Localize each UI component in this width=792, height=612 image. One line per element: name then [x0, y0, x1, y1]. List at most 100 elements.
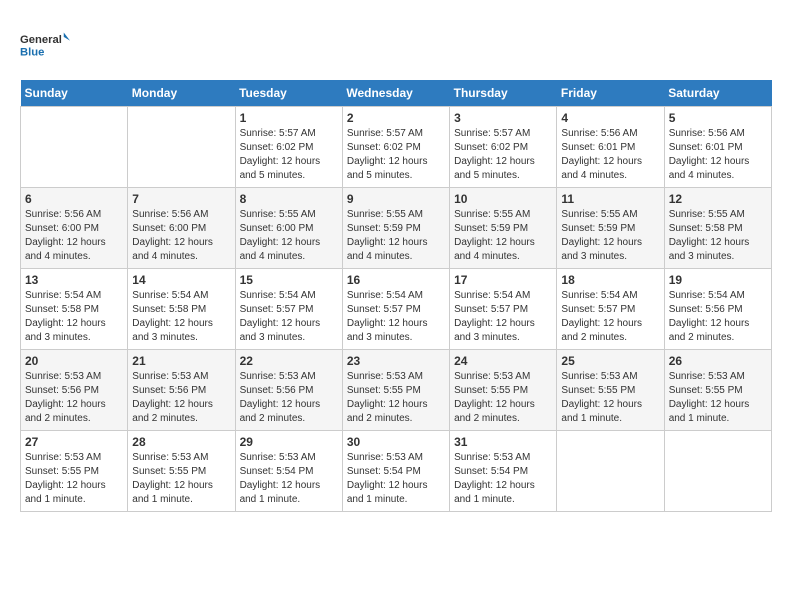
- calendar-day-cell: 6 Sunrise: 5:56 AM Sunset: 6:00 PM Daylig…: [21, 188, 128, 269]
- day-number: 18: [561, 273, 659, 287]
- calendar-day-cell: 29 Sunrise: 5:53 AM Sunset: 5:54 PM Dayli…: [235, 431, 342, 512]
- calendar-day-cell: [557, 431, 664, 512]
- day-info: Sunrise: 5:57 AM Sunset: 6:02 PM Dayligh…: [347, 127, 445, 183]
- day-info: Sunrise: 5:54 AM Sunset: 5:58 PM Dayligh…: [25, 289, 123, 345]
- calendar-day-cell: 5Sunrise: 5:56 AM Sunset: 6:01 PM Daylig…: [664, 107, 771, 188]
- day-info: Sunrise: 5:53 AM Sunset: 5:54 PM Dayligh…: [240, 451, 338, 507]
- day-number: 2: [347, 111, 445, 125]
- day-number: 13: [25, 273, 123, 287]
- day-info: Sunrise: 5:53 AM Sunset: 5:55 PM Dayligh…: [561, 370, 659, 426]
- day-info: Sunrise: 5:55 AM Sunset: 5:58 PM Dayligh…: [669, 208, 767, 264]
- day-info: Sunrise: 5:53 AM Sunset: 5:55 PM Dayligh…: [25, 451, 123, 507]
- day-number: 24: [454, 354, 552, 368]
- calendar-day-cell: 17 Sunrise: 5:54 AM Sunset: 5:57 PM Dayli…: [450, 269, 557, 350]
- calendar-day-cell: 28 Sunrise: 5:53 AM Sunset: 5:55 PM Dayli…: [128, 431, 235, 512]
- calendar-day-cell: 2 Sunrise: 5:57 AM Sunset: 6:02 PM Daylig…: [342, 107, 449, 188]
- calendar-day-cell: 20 Sunrise: 5:53 AM Sunset: 5:56 PM Dayli…: [21, 350, 128, 431]
- calendar-week-row: 1 Sunrise: 5:57 AM Sunset: 6:02 PM Daylig…: [21, 107, 772, 188]
- calendar-day-cell: 7 Sunrise: 5:56 AM Sunset: 6:00 PM Daylig…: [128, 188, 235, 269]
- day-info: Sunrise: 5:55 AM Sunset: 5:59 PM Dayligh…: [561, 208, 659, 264]
- day-number: 16: [347, 273, 445, 287]
- day-number: 31: [454, 435, 552, 449]
- day-number: 15: [240, 273, 338, 287]
- day-number: 28: [132, 435, 230, 449]
- day-number: 19: [669, 273, 767, 287]
- calendar-week-row: 6 Sunrise: 5:56 AM Sunset: 6:00 PM Daylig…: [21, 188, 772, 269]
- day-number: 4: [561, 111, 659, 125]
- day-info: Sunrise: 5:53 AM Sunset: 5:55 PM Dayligh…: [132, 451, 230, 507]
- day-info: Sunrise: 5:53 AM Sunset: 5:56 PM Dayligh…: [132, 370, 230, 426]
- svg-text:General: General: [20, 34, 62, 46]
- calendar-table: SundayMondayTuesdayWednesdayThursdayFrid…: [20, 80, 772, 512]
- day-number: 20: [25, 354, 123, 368]
- day-number: 23: [347, 354, 445, 368]
- calendar-day-cell: 14 Sunrise: 5:54 AM Sunset: 5:58 PM Dayli…: [128, 269, 235, 350]
- day-number: 9: [347, 192, 445, 206]
- calendar-week-row: 20 Sunrise: 5:53 AM Sunset: 5:56 PM Dayli…: [21, 350, 772, 431]
- day-number: 7: [132, 192, 230, 206]
- day-info: Sunrise: 5:54 AM Sunset: 5:57 PM Dayligh…: [454, 289, 552, 345]
- svg-text:Blue: Blue: [20, 47, 44, 59]
- calendar-day-header: Friday: [557, 80, 664, 107]
- calendar-day-cell: 9Sunrise: 5:55 AM Sunset: 5:59 PM Daylig…: [342, 188, 449, 269]
- day-info: Sunrise: 5:54 AM Sunset: 5:57 PM Dayligh…: [347, 289, 445, 345]
- day-info: Sunrise: 5:54 AM Sunset: 5:56 PM Dayligh…: [669, 289, 767, 345]
- logo: General Blue: [20, 20, 70, 70]
- day-info: Sunrise: 5:56 AM Sunset: 6:00 PM Dayligh…: [25, 208, 123, 264]
- day-number: 5: [669, 111, 767, 125]
- day-number: 30: [347, 435, 445, 449]
- day-info: Sunrise: 5:53 AM Sunset: 5:54 PM Dayligh…: [454, 451, 552, 507]
- day-number: 17: [454, 273, 552, 287]
- day-info: Sunrise: 5:54 AM Sunset: 5:57 PM Dayligh…: [240, 289, 338, 345]
- day-info: Sunrise: 5:55 AM Sunset: 6:00 PM Dayligh…: [240, 208, 338, 264]
- day-info: Sunrise: 5:56 AM Sunset: 6:00 PM Dayligh…: [132, 208, 230, 264]
- calendar-day-header: Sunday: [21, 80, 128, 107]
- calendar-day-cell: 15 Sunrise: 5:54 AM Sunset: 5:57 PM Dayli…: [235, 269, 342, 350]
- calendar-day-cell: 11 Sunrise: 5:55 AM Sunset: 5:59 PM Dayli…: [557, 188, 664, 269]
- page-header: General Blue: [20, 20, 772, 70]
- day-number: 11: [561, 192, 659, 206]
- day-info: Sunrise: 5:53 AM Sunset: 5:56 PM Dayligh…: [25, 370, 123, 426]
- calendar-day-cell: 3 Sunrise: 5:57 AM Sunset: 6:02 PM Daylig…: [450, 107, 557, 188]
- day-number: 25: [561, 354, 659, 368]
- day-number: 26: [669, 354, 767, 368]
- calendar-day-cell: 22Sunrise: 5:53 AM Sunset: 5:56 PM Dayli…: [235, 350, 342, 431]
- general-blue-logo-icon: General Blue: [20, 20, 70, 70]
- day-info: Sunrise: 5:54 AM Sunset: 5:58 PM Dayligh…: [132, 289, 230, 345]
- day-number: 3: [454, 111, 552, 125]
- calendar-day-cell: 10 Sunrise: 5:55 AM Sunset: 5:59 PM Dayli…: [450, 188, 557, 269]
- calendar-day-cell: 25 Sunrise: 5:53 AM Sunset: 5:55 PM Dayli…: [557, 350, 664, 431]
- calendar-day-cell: 19 Sunrise: 5:54 AM Sunset: 5:56 PM Dayli…: [664, 269, 771, 350]
- day-info: Sunrise: 5:57 AM Sunset: 6:02 PM Dayligh…: [240, 127, 338, 183]
- day-number: 10: [454, 192, 552, 206]
- calendar-day-cell: 24 Sunrise: 5:53 AM Sunset: 5:55 PM Dayli…: [450, 350, 557, 431]
- calendar-header-row: SundayMondayTuesdayWednesdayThursdayFrid…: [21, 80, 772, 107]
- calendar-week-row: 13 Sunrise: 5:54 AM Sunset: 5:58 PM Dayli…: [21, 269, 772, 350]
- day-info: Sunrise: 5:54 AM Sunset: 5:57 PM Dayligh…: [561, 289, 659, 345]
- day-info: Sunrise: 5:53 AM Sunset: 5:55 PM Dayligh…: [347, 370, 445, 426]
- day-number: 12: [669, 192, 767, 206]
- day-info: Sunrise: 5:53 AM Sunset: 5:55 PM Dayligh…: [669, 370, 767, 426]
- calendar-day-cell: 23 Sunrise: 5:53 AM Sunset: 5:55 PM Dayli…: [342, 350, 449, 431]
- day-info: Sunrise: 5:55 AM Sunset: 5:59 PM Dayligh…: [454, 208, 552, 264]
- calendar-day-cell: [128, 107, 235, 188]
- calendar-day-cell: 30Sunrise: 5:53 AM Sunset: 5:54 PM Dayli…: [342, 431, 449, 512]
- calendar-day-header: Tuesday: [235, 80, 342, 107]
- calendar-day-header: Monday: [128, 80, 235, 107]
- calendar-day-header: Thursday: [450, 80, 557, 107]
- day-number: 27: [25, 435, 123, 449]
- calendar-day-cell: 13 Sunrise: 5:54 AM Sunset: 5:58 PM Dayli…: [21, 269, 128, 350]
- day-number: 29: [240, 435, 338, 449]
- calendar-day-cell: 31 Sunrise: 5:53 AM Sunset: 5:54 PM Dayli…: [450, 431, 557, 512]
- day-number: 14: [132, 273, 230, 287]
- day-info: Sunrise: 5:53 AM Sunset: 5:56 PM Dayligh…: [240, 370, 338, 426]
- day-number: 1: [240, 111, 338, 125]
- calendar-day-cell: 1 Sunrise: 5:57 AM Sunset: 6:02 PM Daylig…: [235, 107, 342, 188]
- calendar-day-cell: 8Sunrise: 5:55 AM Sunset: 6:00 PM Daylig…: [235, 188, 342, 269]
- day-info: Sunrise: 5:53 AM Sunset: 5:55 PM Dayligh…: [454, 370, 552, 426]
- day-info: Sunrise: 5:57 AM Sunset: 6:02 PM Dayligh…: [454, 127, 552, 183]
- calendar-day-cell: [664, 431, 771, 512]
- day-info: Sunrise: 5:56 AM Sunset: 6:01 PM Dayligh…: [561, 127, 659, 183]
- calendar-day-cell: 4 Sunrise: 5:56 AM Sunset: 6:01 PM Daylig…: [557, 107, 664, 188]
- day-number: 6: [25, 192, 123, 206]
